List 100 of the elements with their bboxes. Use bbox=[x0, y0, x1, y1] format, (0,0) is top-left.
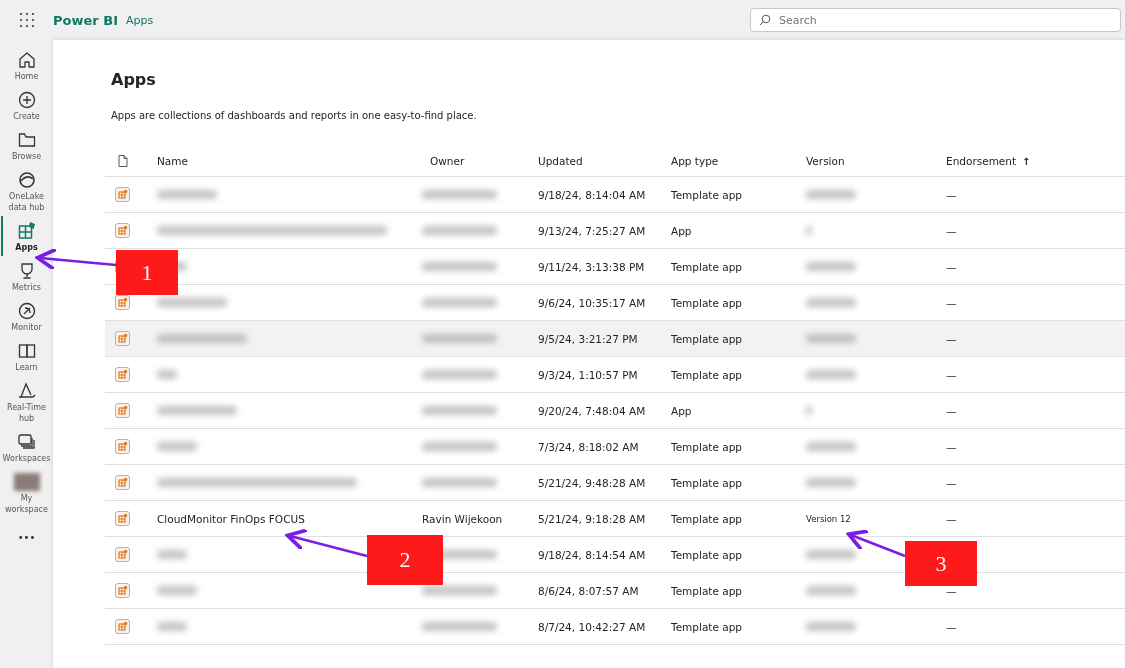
redacted-text bbox=[806, 190, 856, 199]
nav-item[interactable]: Apps bbox=[0, 216, 53, 256]
table-cell: — bbox=[946, 296, 957, 309]
app-icon bbox=[115, 619, 130, 634]
app-icon bbox=[115, 367, 130, 382]
redacted-text bbox=[806, 586, 856, 595]
table-cell: 8/6/24, 8:07:57 AM bbox=[538, 584, 639, 597]
redacted-text bbox=[806, 442, 856, 451]
nav-item[interactable]: Browse bbox=[0, 125, 53, 165]
document-icon bbox=[118, 155, 128, 167]
table-cell: App bbox=[671, 224, 692, 237]
app-icon bbox=[115, 511, 130, 526]
nav-item[interactable]: Learn bbox=[0, 336, 53, 376]
table-cell: — bbox=[946, 620, 957, 633]
table-cell: Template app bbox=[671, 368, 742, 381]
table-cell: — bbox=[946, 440, 957, 453]
table-cell: — bbox=[946, 224, 957, 237]
sort-ascending-icon[interactable]: ↑ bbox=[1022, 155, 1031, 167]
table-cell: Template app bbox=[671, 548, 742, 561]
redacted-text bbox=[806, 478, 856, 487]
annotation-label: 3 bbox=[905, 541, 977, 586]
app-icon bbox=[115, 295, 130, 310]
column-header[interactable]: Endorsement bbox=[946, 155, 1017, 167]
table-row[interactable]: 9/13/24, 7:25:27 AM App — bbox=[105, 213, 1125, 249]
redacted-text bbox=[157, 442, 197, 451]
table-cell: Template app bbox=[671, 296, 742, 309]
redacted-text bbox=[806, 298, 856, 307]
nav-item[interactable]: Create bbox=[0, 85, 53, 125]
redacted-text bbox=[806, 406, 812, 415]
table-cell: App bbox=[671, 404, 692, 417]
table-cell: — bbox=[946, 368, 957, 381]
table-cell: Template app bbox=[671, 512, 742, 525]
table-cell: 9/18/24, 8:14:54 AM bbox=[538, 548, 646, 561]
table-cell: — bbox=[946, 512, 957, 525]
column-header[interactable]: Name bbox=[157, 155, 188, 167]
table-cell: Template app bbox=[671, 260, 742, 273]
table-cell: Template app bbox=[671, 584, 742, 597]
table-cell: 9/11/24, 3:13:38 PM bbox=[538, 260, 645, 273]
table-row[interactable]: 5/21/24, 9:48:28 AM Template app — bbox=[105, 465, 1125, 501]
table-cell: — bbox=[946, 404, 957, 417]
table-cell: Template app bbox=[671, 332, 742, 345]
table-cell: — bbox=[946, 188, 957, 201]
table-cell: 9/13/24, 7:25:27 AM bbox=[538, 224, 646, 237]
column-header[interactable]: Owner bbox=[430, 155, 465, 167]
app-icon bbox=[115, 223, 130, 238]
nav-item[interactable]: Metrics bbox=[0, 256, 53, 296]
redacted-text bbox=[806, 370, 856, 379]
app-launcher-icon[interactable] bbox=[20, 13, 34, 27]
table-cell: — bbox=[946, 584, 957, 597]
table-row[interactable]: 9/18/24, 8:14:04 AM Template app — bbox=[105, 177, 1125, 213]
table-row[interactable]: 8/7/24, 10:42:27 AM Template app — bbox=[105, 609, 1125, 645]
table-cell: 7/3/24, 8:18:02 AM bbox=[538, 440, 639, 453]
app-icon bbox=[115, 331, 130, 346]
more-icon[interactable]: ••• bbox=[17, 532, 36, 543]
table-cell: 9/6/24, 10:35:17 AM bbox=[538, 296, 646, 309]
redacted-text bbox=[806, 622, 856, 631]
nav-item[interactable]: Real-Time hub bbox=[0, 376, 53, 427]
annotation-label: 2 bbox=[367, 535, 443, 585]
product-name[interactable]: Power BI bbox=[53, 12, 118, 28]
column-header[interactable]: App type bbox=[671, 155, 719, 167]
table-cell: 9/5/24, 3:21:27 PM bbox=[538, 332, 638, 345]
app-icon bbox=[115, 403, 130, 418]
table-cell: 5/21/24, 9:48:28 AM bbox=[538, 476, 646, 489]
page-title: Apps bbox=[111, 70, 157, 89]
redacted-text bbox=[157, 190, 217, 199]
table-cell: — bbox=[946, 260, 957, 273]
app-icon bbox=[115, 475, 130, 490]
column-header[interactable]: Updated bbox=[538, 155, 583, 167]
search-box[interactable]: Search bbox=[750, 8, 1121, 32]
table-cell: 9/20/24, 7:48:04 AM bbox=[538, 404, 646, 417]
nav-item[interactable]: Home bbox=[0, 45, 53, 85]
nav-item[interactable]: My workspace bbox=[0, 467, 53, 518]
search-field[interactable]: Search bbox=[777, 12, 1112, 28]
table-cell: Version 12 bbox=[806, 513, 851, 524]
redacted-text bbox=[157, 298, 227, 307]
nav-item[interactable]: Workspaces bbox=[0, 427, 53, 467]
nav-item[interactable]: OneLake data hub bbox=[0, 165, 53, 216]
app-icon bbox=[115, 583, 130, 598]
table-cell: — bbox=[946, 332, 957, 345]
annotation-arrow bbox=[846, 529, 906, 558]
redacted-text bbox=[157, 622, 187, 631]
app-icon bbox=[115, 439, 130, 454]
table-cell: Template app bbox=[671, 188, 742, 201]
table-cell: Ravin Wijekoon bbox=[422, 512, 503, 525]
avatar-icon bbox=[13, 473, 40, 491]
breadcrumb[interactable]: Apps bbox=[125, 13, 154, 27]
page-description: Apps are collections of dashboards and reports in one easy-to-find place. bbox=[111, 110, 478, 121]
table-row[interactable]: 9/20/24, 7:48:04 AM App — bbox=[105, 393, 1125, 429]
table-cell: Template app bbox=[671, 476, 742, 489]
nav-item[interactable]: Monitor bbox=[0, 296, 53, 336]
table-cell: 8/7/24, 10:42:27 AM bbox=[538, 620, 646, 633]
table-row[interactable]: 9/5/24, 3:21:27 PM Template app — bbox=[105, 321, 1125, 357]
app-icon bbox=[115, 547, 130, 562]
redacted-text bbox=[806, 334, 856, 343]
table-row[interactable]: 7/3/24, 8:18:02 AM Template app — bbox=[105, 429, 1125, 465]
redacted-text bbox=[806, 262, 856, 271]
app-name[interactable]: CloudMonitor FinOps FOCUS bbox=[157, 512, 305, 525]
column-header[interactable]: Version bbox=[806, 155, 845, 167]
table-row[interactable]: 9/3/24, 1:10:57 PM Template app — bbox=[105, 357, 1125, 393]
search-icon bbox=[759, 14, 771, 26]
